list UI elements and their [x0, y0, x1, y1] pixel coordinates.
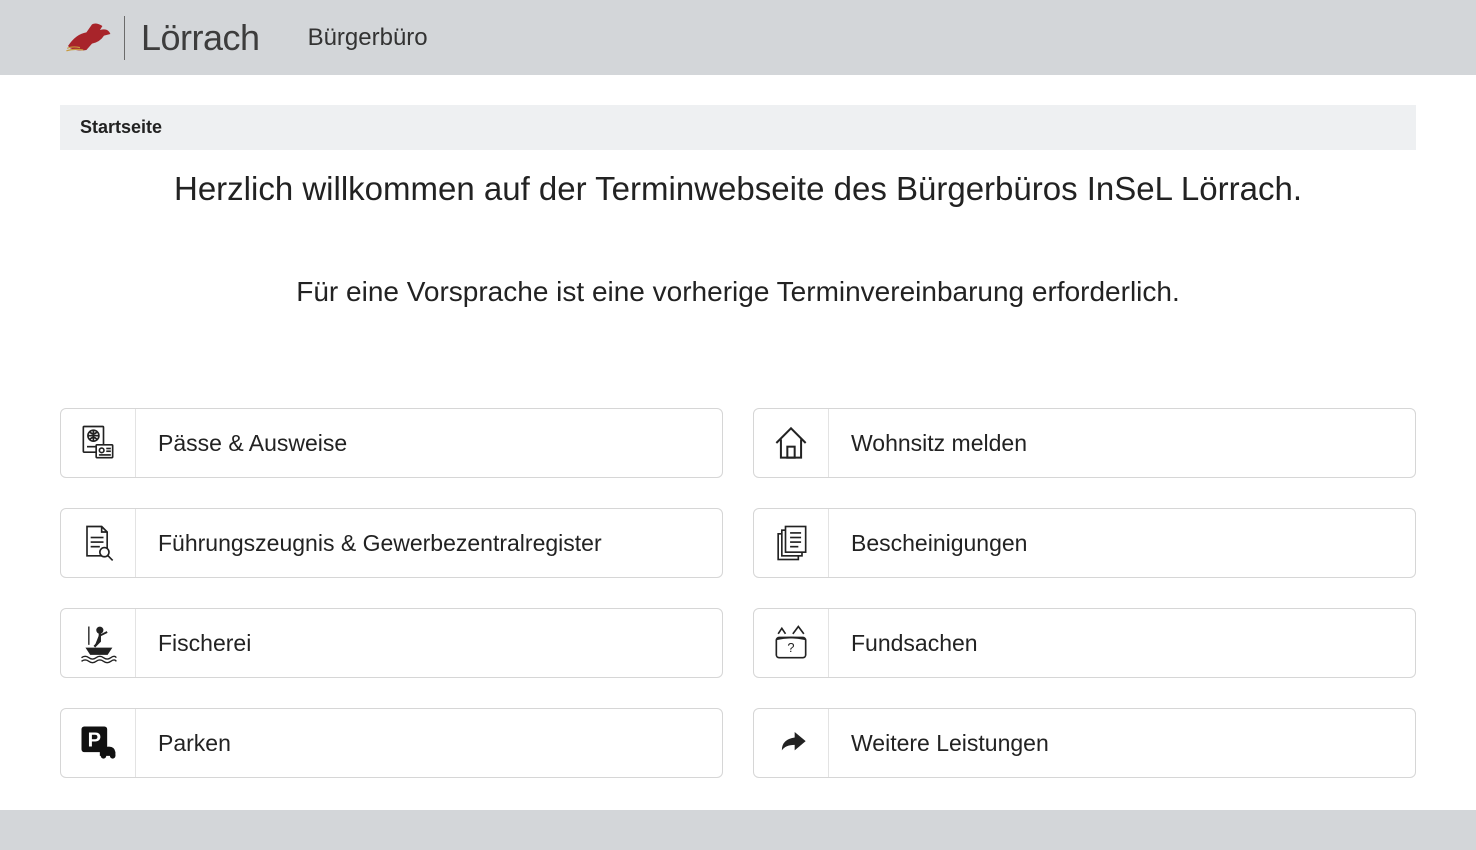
fishing-icon: [61, 609, 136, 677]
lost-found-icon: ?: [754, 609, 829, 677]
breadcrumb[interactable]: Startseite: [60, 105, 1416, 150]
parking-icon: P: [61, 709, 136, 777]
documents-icon: [754, 509, 829, 577]
header: Lörrach Bürgerbüro: [0, 0, 1476, 75]
page-subtitle: Für eine Vorsprache ist eine vorherige T…: [60, 276, 1416, 308]
service-passports[interactable]: Pässe & Ausweise: [60, 408, 723, 478]
service-label: Fischerei: [136, 609, 251, 677]
services-grid: Pässe & Ausweise Wohnsitz melden: [60, 408, 1416, 778]
service-label: Führungszeugnis & Gewerbezentralregister: [136, 509, 602, 577]
passport-icon: [61, 409, 136, 477]
house-icon: [754, 409, 829, 477]
logo[interactable]: Lörrach: [64, 16, 260, 60]
svg-text:P: P: [88, 730, 101, 752]
service-label: Pässe & Ausweise: [136, 409, 347, 477]
service-residence[interactable]: Wohnsitz melden: [753, 408, 1416, 478]
service-label: Wohnsitz melden: [829, 409, 1027, 477]
page-title: Herzlich willkommen auf der Terminwebsei…: [60, 170, 1416, 208]
service-more[interactable]: Weitere Leistungen: [753, 708, 1416, 778]
service-lost-found[interactable]: ? Fundsachen: [753, 608, 1416, 678]
footer: [0, 810, 1476, 850]
service-certificate-registry[interactable]: Führungszeugnis & Gewerbezentralregister: [60, 508, 723, 578]
service-label: Bescheinigungen: [829, 509, 1027, 577]
service-label: Parken: [136, 709, 231, 777]
logo-divider: [124, 16, 125, 60]
bird-icon: [64, 18, 112, 58]
service-certificates[interactable]: Bescheinigungen: [753, 508, 1416, 578]
forward-icon: [754, 709, 829, 777]
breadcrumb-label: Startseite: [80, 117, 162, 137]
service-label: Fundsachen: [829, 609, 978, 677]
document-search-icon: [61, 509, 136, 577]
service-label: Weitere Leistungen: [829, 709, 1049, 777]
service-fishing[interactable]: Fischerei: [60, 608, 723, 678]
svg-text:?: ?: [787, 640, 794, 655]
header-section-title: Bürgerbüro: [308, 24, 428, 52]
logo-text: Lörrach: [141, 17, 260, 59]
service-parking[interactable]: P Parken: [60, 708, 723, 778]
main-content: Startseite Herzlich willkommen auf der T…: [0, 75, 1476, 778]
